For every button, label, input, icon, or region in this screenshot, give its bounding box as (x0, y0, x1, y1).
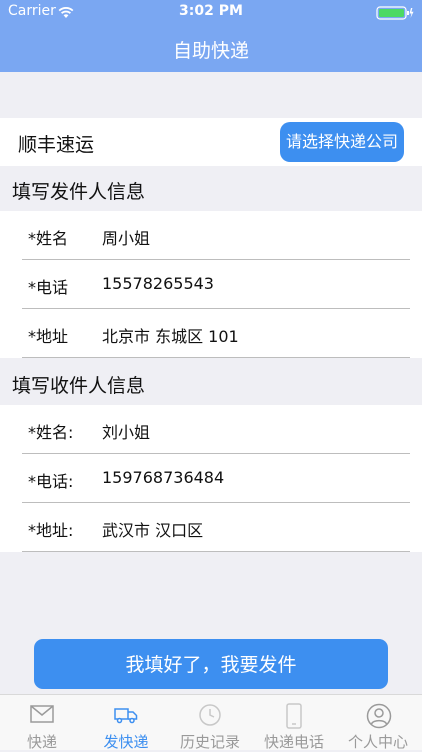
tab-bar: 快递 发快递 历史记录 快递电话 个人中心 (0, 694, 422, 751)
tab-send-express[interactable]: 发快递 (84, 695, 168, 751)
form-label: *电话 (28, 278, 69, 297)
tab-profile[interactable]: 个人中心 (336, 695, 420, 751)
tab-label: 快递 (26, 733, 57, 751)
battery-icon (376, 5, 414, 24)
form-label: *地址: (28, 521, 74, 540)
tab-label: 历史记录 (179, 733, 240, 751)
tab-express-phone[interactable]: 快递电话 (252, 695, 336, 751)
receiver-name-row[interactable]: *姓名: 刘小姐 (0, 405, 422, 454)
courier-company-row: 顺丰速运 请选择快递公司 (0, 118, 422, 166)
choose-company-button[interactable]: 请选择快递公司 (279, 122, 404, 162)
submit-shipment-button[interactable]: 我填好了，我要发件 (34, 639, 388, 689)
receiver-name-field[interactable]: 刘小姐 (102, 419, 150, 443)
sender-name-row[interactable]: *姓名 周小姐 (0, 211, 422, 260)
page-title: 自助快递 (172, 40, 249, 62)
sender-address-row[interactable]: *地址 北京市 东城区 101 (0, 309, 422, 358)
status-time: 3:02 PM (179, 3, 243, 19)
sender-phone-field[interactable]: 15578265543 (102, 274, 214, 293)
receiver-address-field[interactable]: 武汉市 汉口区 (102, 517, 203, 541)
receiver-phone-field[interactable]: 159768736484 (102, 468, 224, 487)
app-header: Carrier 3:02 PM 自助快递 (0, 0, 422, 72)
status-bar: Carrier 3:02 PM (0, 0, 422, 24)
form-label: *姓名: (28, 423, 74, 442)
sender-name-field[interactable]: 周小姐 (102, 225, 150, 249)
tab-label: 个人中心 (347, 733, 408, 751)
sender-section-title: 填写发件人信息 (12, 181, 146, 203)
sender-form: *姓名 周小姐 *电话 15578265543 *地址 北京市 东城区 101 (0, 211, 422, 358)
receiver-section-title: 填写收件人信息 (12, 375, 146, 397)
receiver-address-row[interactable]: *地址: 武汉市 汉口区 (0, 503, 422, 552)
sender-phone-row[interactable]: *电话 15578265543 (0, 260, 422, 309)
sender-address-field[interactable]: 北京市 东城区 101 (102, 323, 239, 347)
tab-label: 快递电话 (263, 733, 324, 751)
form-label: *姓名 (28, 229, 69, 248)
selected-company: 顺丰速运 (18, 134, 95, 156)
form-label: *电话: (28, 472, 74, 491)
receiver-form: *姓名: 刘小姐 *电话: 159768736484 *地址: 武汉市 汉口区 (0, 405, 422, 552)
receiver-phone-row[interactable]: *电话: 159768736484 (0, 454, 422, 503)
tab-history[interactable]: 历史记录 (168, 695, 252, 751)
form-label: *地址 (28, 327, 69, 346)
tab-express[interactable]: 快递 (0, 695, 84, 751)
tab-label: 发快递 (103, 733, 149, 751)
